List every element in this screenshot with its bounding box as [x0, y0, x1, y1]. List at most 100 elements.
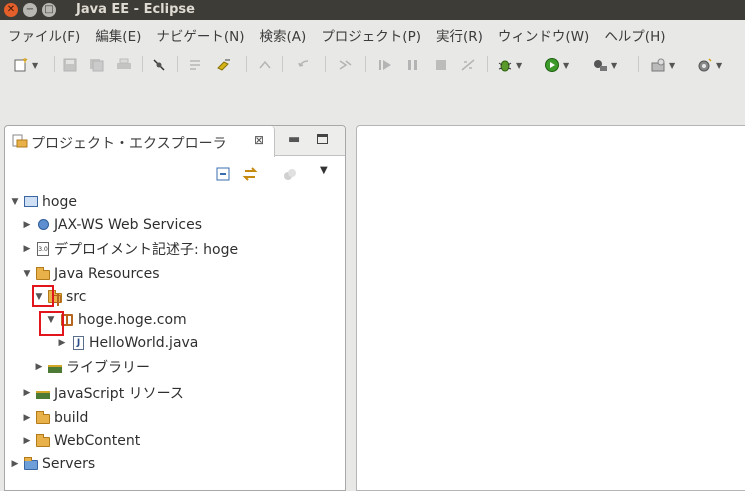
suspend-button[interactable]: [405, 57, 421, 73]
tree-node-jaxws[interactable]: ▶ JAX-WS Web Services: [21, 214, 203, 236]
collapsed-arrow-icon[interactable]: ▶: [21, 436, 33, 446]
window-maximize-button[interactable]: □: [42, 3, 56, 17]
tree-node-package[interactable]: ▼ hoge.hoge.com: [45, 309, 187, 331]
title-bar: ✕ − □ Java EE - Eclipse: [0, 0, 745, 20]
main-toolbar: [0, 50, 745, 120]
toolbar-separator: [246, 56, 247, 72]
search-highlight-icon: [217, 59, 230, 71]
debug-bug-icon: [498, 60, 512, 72]
tree-node-library[interactable]: ▶ ライブラリー: [33, 356, 150, 378]
new-server-button[interactable]: ▼: [650, 57, 675, 73]
collapsed-arrow-icon[interactable]: ▶: [21, 413, 33, 423]
collapsed-arrow-icon[interactable]: ▶: [9, 459, 21, 469]
expanded-arrow-icon[interactable]: ▼: [9, 197, 21, 207]
tree-label: WebContent: [54, 433, 141, 449]
resume-icon: [379, 60, 391, 70]
menu-file[interactable]: ファイル(F): [0, 25, 87, 45]
new-server-dropdown-icon: ▼: [669, 60, 676, 70]
maximize-icon: □: [44, 4, 54, 15]
disconnect-button[interactable]: [460, 57, 476, 73]
save-all-button[interactable]: [89, 57, 105, 73]
tree-node-deployment-descriptor[interactable]: ▶ 3.0 デプロイメント記述子: hoge: [21, 238, 238, 260]
tree-label: Java Resources: [54, 266, 160, 282]
search-button[interactable]: [216, 57, 232, 73]
dynamic-web-project-icon: [23, 194, 40, 210]
new-button[interactable]: ▼: [13, 57, 38, 73]
tree-node-servers[interactable]: ▶ Servers: [9, 453, 96, 475]
toggle-mark-button[interactable]: [188, 57, 204, 73]
print-button[interactable]: [116, 57, 132, 73]
expanded-arrow-icon[interactable]: ▼: [21, 269, 33, 279]
toolbar-separator: [282, 56, 283, 72]
toolbar-separator: [142, 56, 143, 72]
gear-icon: [698, 58, 712, 72]
menu-project[interactable]: プロジェクト(P): [313, 25, 428, 45]
window-close-button[interactable]: ✕: [4, 3, 18, 17]
menu-search[interactable]: 検索(A): [252, 25, 314, 45]
tree-label: hoge.hoge.com: [78, 312, 187, 328]
tab-project-explorer[interactable]: プロジェクト・エクスプローラ ⊠: [5, 126, 275, 157]
save-button[interactable]: [62, 57, 78, 73]
terminate-button[interactable]: [433, 57, 449, 73]
tree-label: JAX-WS Web Services: [54, 217, 203, 233]
collapsed-arrow-icon[interactable]: ▶: [21, 388, 33, 398]
save-all-icon: [90, 59, 104, 72]
resume-button[interactable]: [377, 57, 393, 73]
menu-run[interactable]: 実行(R): [428, 25, 490, 45]
menu-help[interactable]: ヘルプ(H): [596, 25, 672, 45]
tree-label: デプロイメント記述子: hoge: [54, 242, 239, 258]
tab-close-icon[interactable]: ⊠: [254, 133, 264, 147]
toolbar-separator: [54, 56, 55, 72]
new-server-icon: [651, 58, 665, 72]
new-dropdown-icon: ▼: [32, 60, 39, 70]
menu-edit[interactable]: 編集(E): [87, 25, 148, 45]
project-explorer-panel: プロジェクト・エクスプローラ ⊠ ▬ ▼ ▼ hoge ▶ JAX-WS Web…: [4, 125, 346, 491]
view-menu-icon[interactable]: ▼: [320, 165, 328, 176]
next-annotation-button[interactable]: [257, 57, 273, 73]
tree-label: build: [54, 410, 89, 426]
editor-area[interactable]: [356, 125, 745, 491]
skip-breakpoints-icon: [153, 59, 165, 71]
folder-icon: [35, 433, 52, 449]
debug-dropdown-icon: ▼: [516, 60, 523, 70]
tree-label: ライブラリー: [66, 360, 150, 376]
mark-occurrences-icon: [190, 60, 200, 70]
panel-minimize-button[interactable]: ▬: [288, 132, 300, 147]
skip-breakpoints-button[interactable]: [151, 57, 167, 73]
forward-button[interactable]: [337, 57, 353, 73]
run-button[interactable]: ▼: [544, 57, 569, 73]
tree-node-helloworld[interactable]: ▶ J HelloWorld.java: [56, 332, 199, 354]
web-services-icon: [35, 217, 52, 233]
collapsed-arrow-icon[interactable]: ▶: [21, 244, 33, 254]
settings-button[interactable]: ▼: [697, 57, 722, 73]
save-icon: [63, 58, 77, 72]
new-file-icon: [14, 58, 28, 72]
menu-window[interactable]: ウィンドウ(W): [490, 25, 596, 45]
tree-node-java-resources[interactable]: ▼ Java Resources: [21, 263, 160, 285]
panel-maximize-button[interactable]: [317, 134, 328, 144]
tree-node-javascript[interactable]: ▶ JavaScript リソース: [21, 382, 184, 404]
toolbar-separator: [325, 56, 326, 72]
close-icon: ✕: [6, 4, 16, 15]
collapsed-arrow-icon[interactable]: ▶: [56, 338, 68, 348]
filter-icon[interactable]: [282, 167, 297, 182]
collapsed-arrow-icon[interactable]: ▶: [33, 362, 45, 372]
tree-node-build[interactable]: ▶ build: [21, 407, 89, 429]
external-tools-dropdown-icon: ▼: [611, 60, 618, 70]
terminate-icon: [436, 60, 446, 70]
tree-node-webcontent[interactable]: ▶ WebContent: [21, 430, 141, 452]
highlight-box-src-toggle: [32, 285, 54, 307]
collapse-all-icon[interactable]: [216, 167, 231, 182]
project-explorer-icon: [12, 134, 28, 148]
menu-bar: ファイル(F) 編集(E) ナビゲート(N) 検索(A) プロジェクト(P) 実…: [0, 20, 745, 50]
external-tools-icon: [594, 60, 607, 71]
tree-node-hoge[interactable]: ▼ hoge: [9, 191, 77, 213]
window-minimize-button[interactable]: −: [23, 3, 37, 17]
menu-navigate[interactable]: ナビゲート(N): [148, 25, 251, 45]
debug-button[interactable]: ▼: [497, 57, 522, 73]
external-tools-button[interactable]: ▼: [592, 57, 617, 73]
collapsed-arrow-icon[interactable]: ▶: [21, 220, 33, 230]
highlight-box-package-toggle: [39, 311, 64, 336]
back-button[interactable]: [296, 57, 312, 73]
link-with-editor-icon[interactable]: [242, 166, 259, 182]
